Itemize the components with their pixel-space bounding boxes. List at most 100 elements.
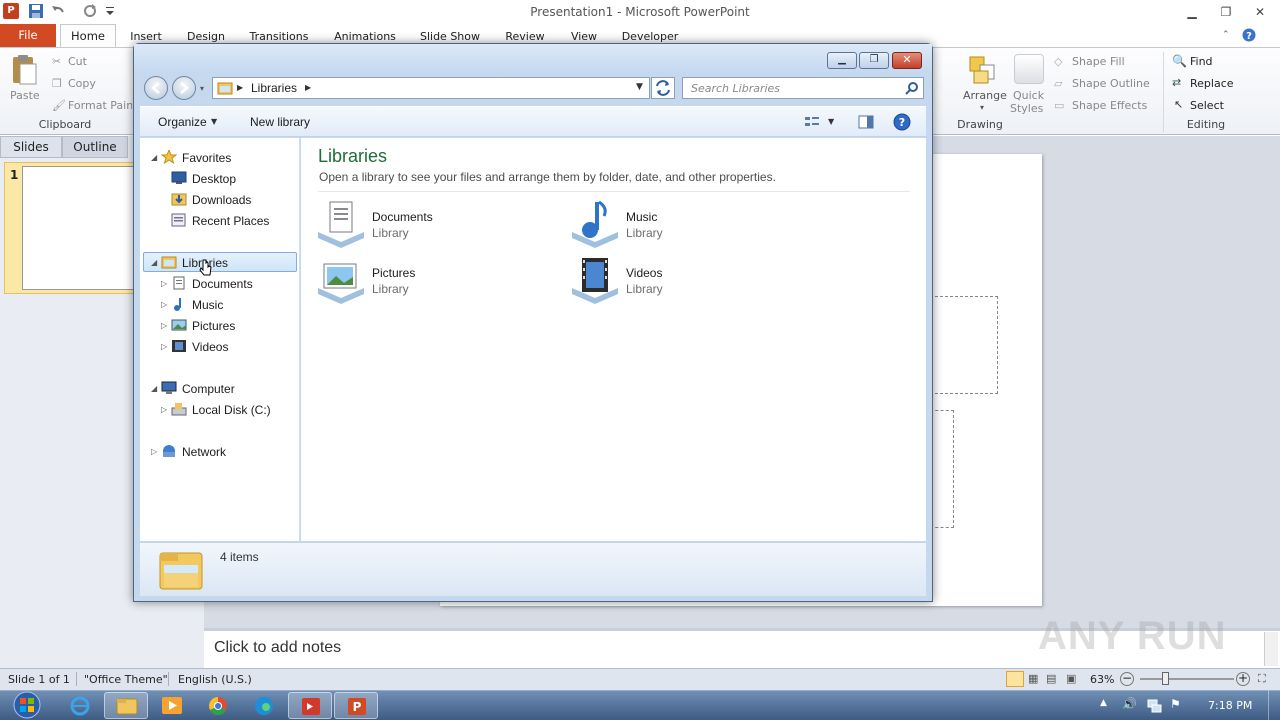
preview-pane-icon[interactable]: [858, 115, 874, 129]
taskbar-anyrun[interactable]: [288, 692, 332, 719]
subtitle-placeholder[interactable]: [930, 410, 954, 528]
clock[interactable]: 7:18 PM: [1208, 699, 1252, 712]
forward-button[interactable]: [172, 76, 196, 100]
tab-file[interactable]: File: [0, 24, 56, 47]
library-item-documents[interactable]: Documents Library: [316, 198, 536, 248]
maximize-button[interactable]: ❐: [1212, 2, 1240, 22]
view-dropdown-icon[interactable]: ▼: [828, 117, 834, 126]
shape-fill-icon: ◇: [1054, 55, 1063, 68]
taskbar-edge[interactable]: [242, 692, 286, 719]
breadcrumb-chevron-icon[interactable]: ▶: [305, 83, 311, 92]
quick-styles-label-1[interactable]: Quick: [1013, 89, 1044, 102]
zoom-slider-track[interactable]: [1140, 678, 1234, 680]
cut-button[interactable]: Cut: [68, 55, 87, 68]
title-placeholder[interactable]: [930, 296, 998, 394]
nav-documents[interactable]: Documents: [192, 277, 253, 291]
slide-show-icon[interactable]: ▣: [1066, 672, 1080, 686]
local-disk-expand-icon[interactable]: ▷: [161, 406, 169, 414]
recent-pages-dropdown-icon[interactable]: ▾: [200, 84, 204, 93]
arrange-button[interactable]: Arrange: [963, 89, 1007, 102]
nav-favorites[interactable]: Favorites: [182, 151, 231, 165]
show-hidden-icons[interactable]: ▲: [1100, 698, 1110, 710]
fit-slide-icon[interactable]: ⛶: [1258, 672, 1272, 686]
minimize-ribbon-icon[interactable]: ⌃: [1222, 30, 1234, 42]
taskbar-media-player[interactable]: [150, 692, 194, 719]
status-language[interactable]: English (U.S.): [178, 673, 252, 686]
reading-view-icon[interactable]: ▤: [1046, 672, 1060, 686]
network-tray-icon[interactable]: [1146, 697, 1162, 713]
taskbar-chrome[interactable]: [196, 692, 240, 719]
library-item-music[interactable]: Music Library: [570, 198, 790, 248]
computer-expand-icon[interactable]: ◢: [151, 385, 159, 393]
explorer-title-bar[interactable]: [134, 44, 932, 74]
documents-expand-icon[interactable]: ▷: [161, 280, 169, 288]
nav-computer[interactable]: Computer: [182, 382, 235, 396]
library-item-pictures[interactable]: Pictures Library: [316, 254, 536, 304]
tab-slides[interactable]: Slides: [0, 136, 62, 158]
select-button[interactable]: Select: [1190, 99, 1224, 112]
paste-button[interactable]: Paste: [10, 89, 40, 102]
breadcrumb-separator-icon[interactable]: ▶: [237, 83, 243, 92]
quick-styles-icon[interactable]: [1014, 54, 1044, 84]
refresh-button[interactable]: [651, 77, 675, 99]
library-item-videos[interactable]: Videos Library: [570, 254, 790, 304]
nav-music[interactable]: Music: [192, 298, 223, 312]
volume-icon[interactable]: 🔊: [1122, 697, 1138, 713]
tab-outline[interactable]: Outline: [62, 136, 128, 158]
taskbar-powerpoint[interactable]: P: [334, 692, 378, 719]
start-button[interactable]: [8, 690, 46, 720]
music-expand-icon[interactable]: ▷: [161, 301, 169, 309]
taskbar-internet-explorer[interactable]: [58, 692, 102, 719]
copy-button[interactable]: Copy: [68, 77, 96, 90]
nav-pictures[interactable]: Pictures: [192, 319, 235, 333]
nav-network[interactable]: Network: [182, 445, 226, 459]
address-dropdown-icon[interactable]: ▼: [636, 82, 643, 92]
shape-fill-button[interactable]: Shape Fill: [1072, 55, 1125, 68]
nav-local-disk[interactable]: Local Disk (C:): [192, 403, 271, 417]
format-painter-button[interactable]: Format Painter: [68, 99, 132, 112]
new-library-button[interactable]: New library: [250, 115, 310, 129]
explorer-maximize-button[interactable]: ❐: [859, 52, 889, 69]
network-expand-icon[interactable]: ▷: [151, 448, 159, 456]
explorer-minimize-button[interactable]: ▁: [827, 52, 857, 69]
search-input[interactable]: Search Libraries: [682, 77, 924, 99]
help-icon[interactable]: ?: [1242, 28, 1256, 42]
videos-expand-icon[interactable]: ▷: [161, 343, 169, 351]
zoom-out-icon[interactable]: −: [1120, 672, 1134, 686]
nav-videos[interactable]: Videos: [192, 340, 228, 354]
replace-button[interactable]: Replace: [1190, 77, 1234, 90]
shape-outline-button[interactable]: Shape Outline: [1072, 77, 1150, 90]
find-button[interactable]: Find: [1190, 55, 1213, 68]
help-icon[interactable]: ?: [893, 113, 911, 131]
tab-home[interactable]: Home: [60, 24, 116, 48]
notes-scrollbar[interactable]: [1264, 632, 1278, 666]
change-view-icon[interactable]: [804, 115, 820, 129]
notes-placeholder[interactable]: Click to add notes: [214, 639, 341, 657]
zoom-level[interactable]: 63%: [1090, 673, 1114, 686]
paste-icon[interactable]: [10, 54, 38, 86]
taskbar-explorer[interactable]: [104, 692, 148, 719]
nav-downloads[interactable]: Downloads: [192, 193, 251, 207]
nav-recent-places[interactable]: Recent Places: [192, 214, 269, 228]
close-button[interactable]: ✕: [1246, 2, 1274, 22]
organize-button[interactable]: Organize: [158, 115, 207, 129]
explorer-close-button[interactable]: ✕: [892, 52, 922, 69]
minimize-button[interactable]: ▁: [1178, 2, 1206, 22]
normal-view-icon[interactable]: [1006, 671, 1024, 687]
arrange-icon[interactable]: [966, 53, 1000, 87]
pictures-expand-icon[interactable]: ▷: [161, 322, 169, 330]
zoom-slider-thumb[interactable]: [1162, 672, 1169, 685]
quick-styles-label-2[interactable]: Styles: [1010, 102, 1043, 115]
action-center-icon[interactable]: ⚑: [1170, 697, 1184, 713]
back-button[interactable]: [144, 76, 168, 100]
favorites-expand-icon[interactable]: ◢: [151, 154, 159, 162]
search-icon[interactable]: [905, 81, 919, 95]
show-desktop-button[interactable]: [1268, 690, 1280, 720]
breadcrumb-libraries[interactable]: Libraries: [251, 81, 297, 95]
address-bar[interactable]: ▶ Libraries ▶ ▼: [212, 77, 650, 99]
zoom-in-icon[interactable]: +: [1236, 672, 1250, 686]
shape-effects-button[interactable]: Shape Effects: [1072, 99, 1147, 112]
libraries-expand-icon[interactable]: ◢: [151, 259, 159, 267]
slide-sorter-icon[interactable]: ▦: [1028, 672, 1042, 686]
nav-desktop[interactable]: Desktop: [192, 172, 236, 186]
